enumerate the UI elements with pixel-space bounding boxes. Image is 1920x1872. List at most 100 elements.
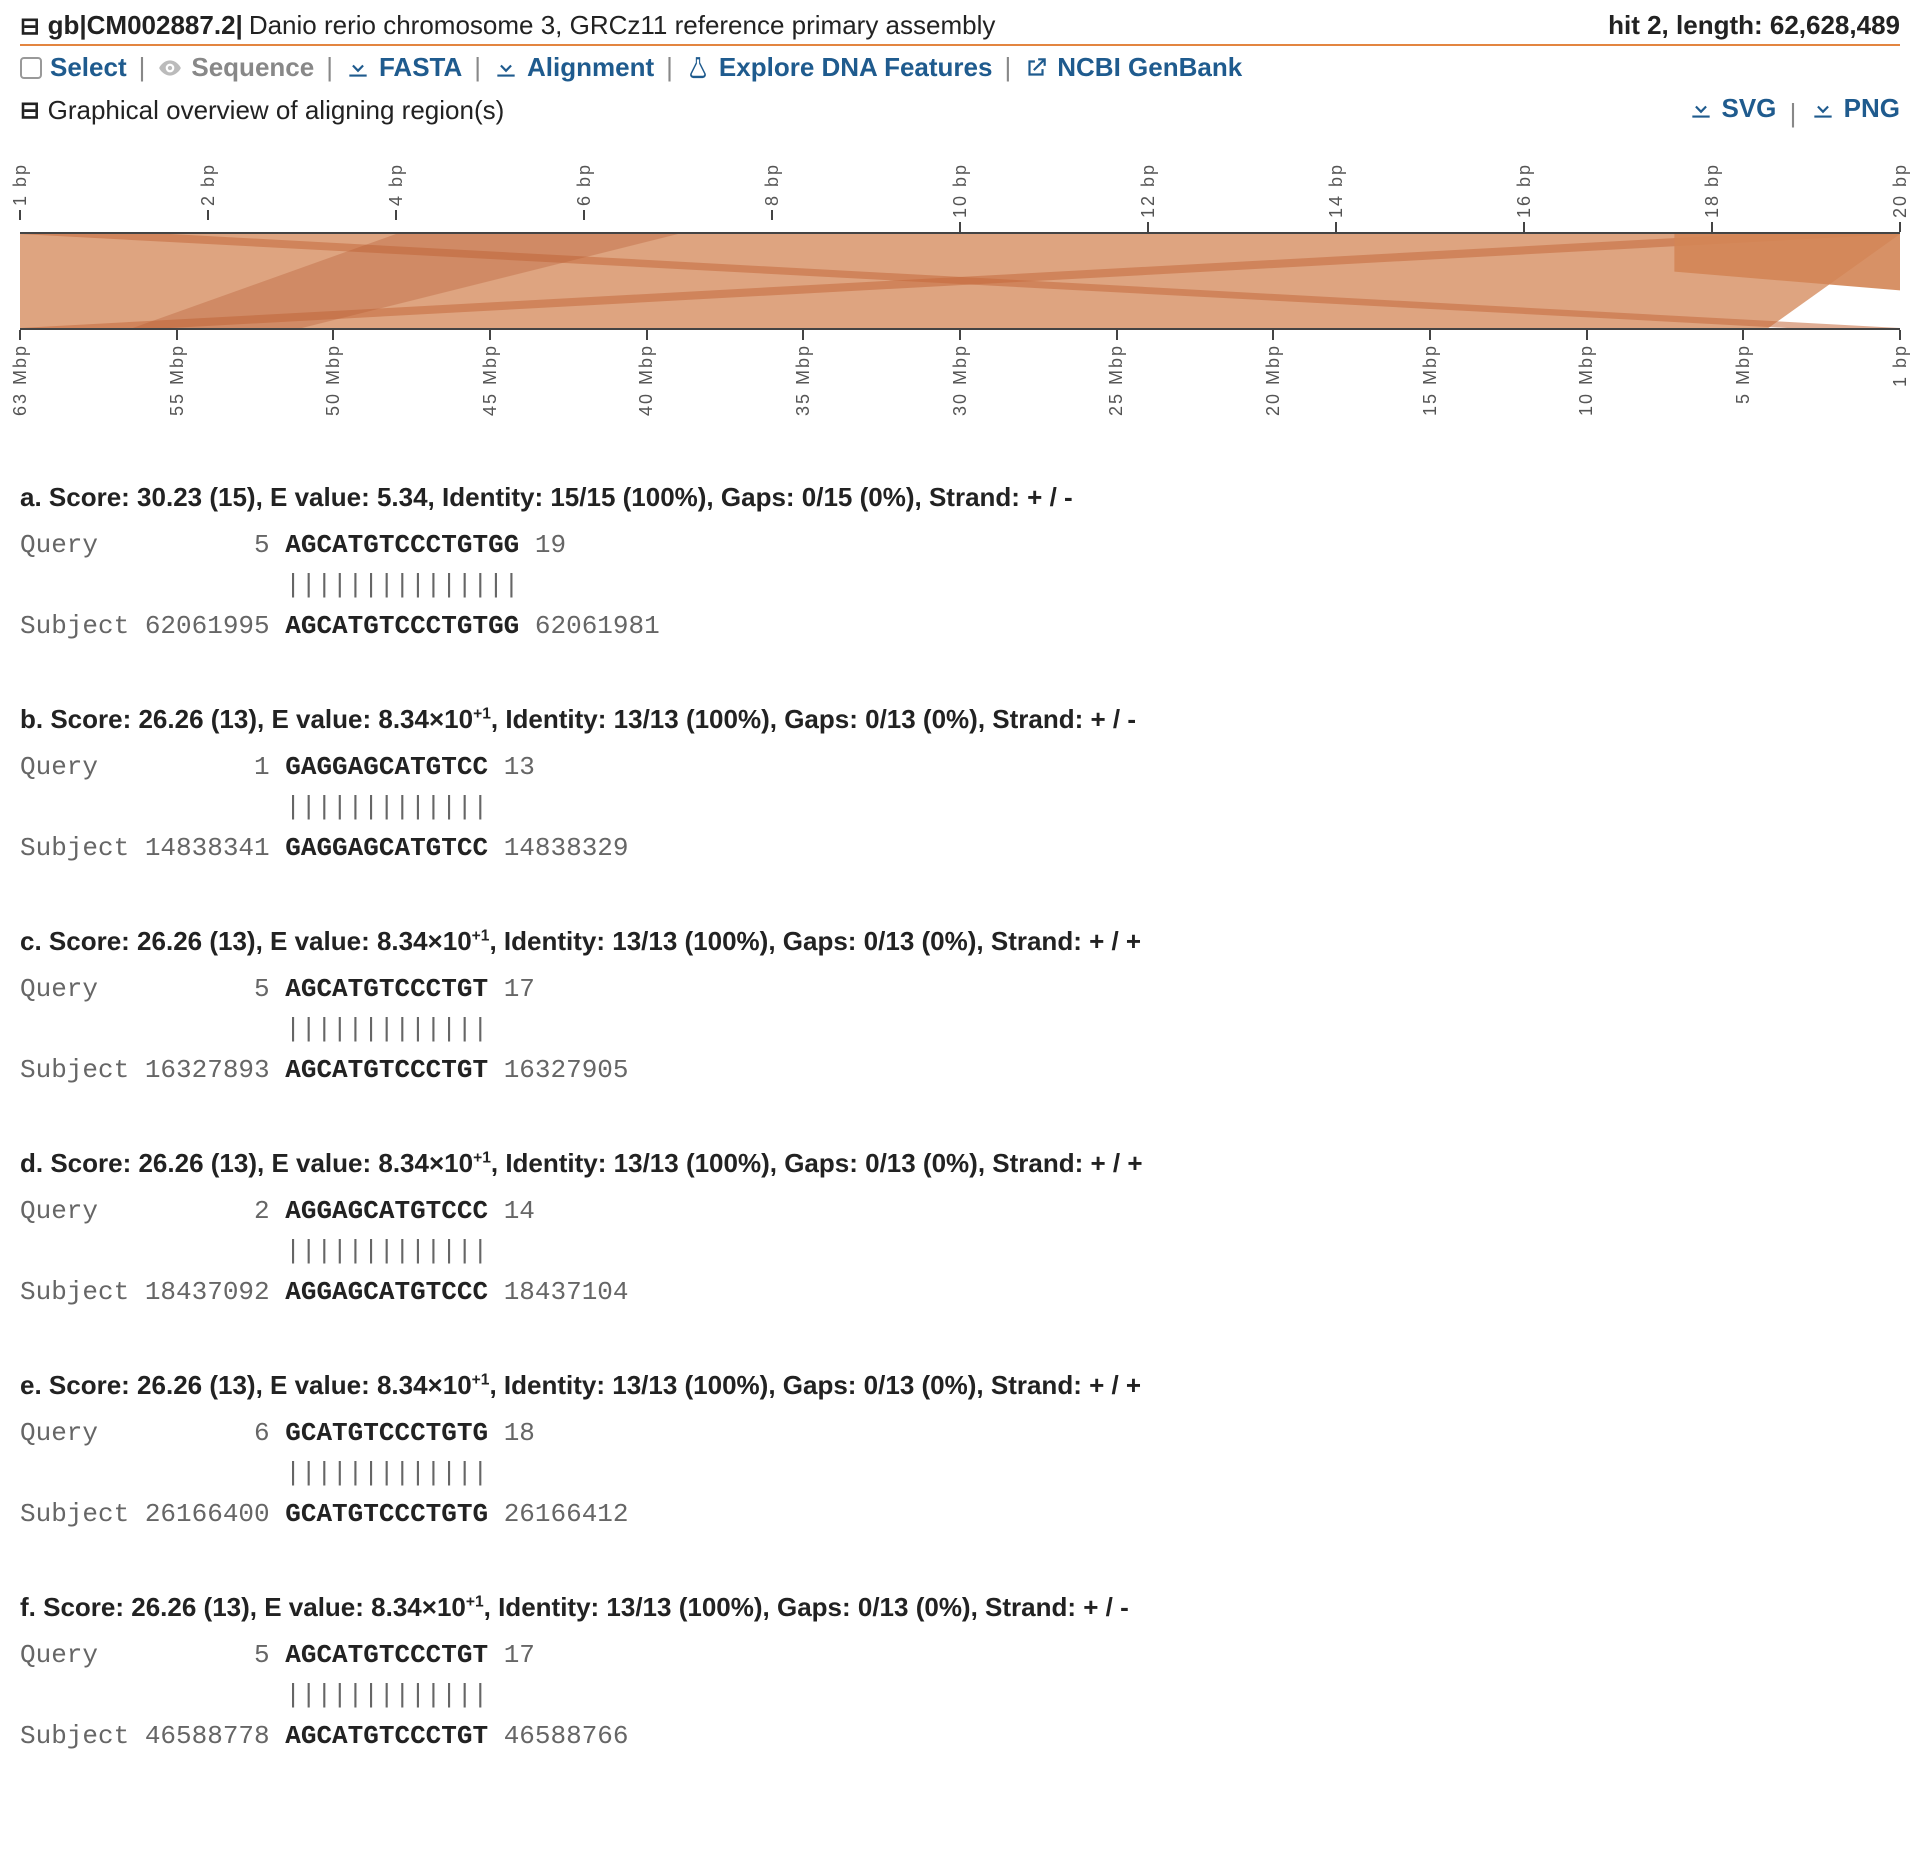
tick-label: 4 bp: [384, 159, 408, 210]
tick-label: 1 bp: [8, 159, 32, 210]
download-icon: [493, 55, 519, 81]
alignment-block: c. Score: 26.26 (13), E value: 8.34×10+1…: [20, 924, 1900, 1090]
toolbar-sep: |: [139, 50, 146, 85]
overview-downloads: SVG | PNG: [1688, 91, 1901, 131]
toolbar-sep: |: [326, 50, 333, 85]
tick-label: 35 Mbp: [791, 340, 815, 420]
tick-label: 45 Mbp: [478, 340, 502, 420]
tick-mark: [207, 210, 209, 220]
svg-label: SVG: [1722, 91, 1777, 126]
sequence-label: Sequence: [191, 50, 314, 85]
download-svg-button[interactable]: SVG: [1688, 91, 1777, 126]
hit-length-label: hit 2, length: 62,628,489: [1608, 8, 1900, 43]
tick-label: 55 Mbp: [165, 340, 189, 420]
alignment-sequence-block: Query 6 GCATGTCCCTGTG 18 ||||||||||||| S…: [20, 1413, 1900, 1534]
alignment-sequence-block: Query 5 AGCATGTCCCTGT 17 ||||||||||||| S…: [20, 1635, 1900, 1756]
tick-label: 20 Mbp: [1261, 340, 1285, 420]
tick-mark: [1523, 222, 1525, 232]
tick-label: 14 bp: [1324, 159, 1348, 222]
tick-label: 6 bp: [572, 159, 596, 210]
checkbox-empty-icon[interactable]: [20, 57, 42, 79]
flask-icon: [685, 55, 711, 81]
overview-title: Graphical overview of aligning region(s): [48, 93, 505, 128]
alignment-block: a. Score: 30.23 (15), E value: 5.34, Ide…: [20, 480, 1900, 646]
explore-label: Explore DNA Features: [719, 50, 993, 85]
eye-icon: [157, 55, 183, 81]
collapse-hit-icon[interactable]: ⊟: [20, 11, 40, 43]
alignment-header: c. Score: 26.26 (13), E value: 8.34×10+1…: [20, 924, 1900, 959]
tick-label: 1 bp: [1888, 340, 1912, 391]
tick-mark: [959, 222, 961, 232]
tick-label: 10 Mbp: [1574, 340, 1598, 420]
tick-label: 40 Mbp: [634, 340, 658, 420]
alignment-header: f. Score: 26.26 (13), E value: 8.34×10+1…: [20, 1590, 1900, 1625]
select-button[interactable]: Select: [20, 50, 127, 85]
tick-mark: [1147, 222, 1149, 232]
alignment-label: Alignment: [527, 50, 654, 85]
alignment-sequence-block: Query 1 GAGGAGCATGTCC 13 ||||||||||||| S…: [20, 747, 1900, 868]
tick-mark: [1899, 222, 1901, 232]
hit-toolbar: Select | Sequence | FASTA | Alignment | …: [20, 46, 1900, 89]
alignment-header: d. Score: 26.26 (13), E value: 8.34×10+1…: [20, 1146, 1900, 1181]
alignment-list: a. Score: 30.23 (15), E value: 5.34, Ide…: [20, 480, 1900, 1756]
explore-features-button[interactable]: Explore DNA Features: [685, 50, 993, 85]
alignment-block: d. Score: 26.26 (13), E value: 8.34×10+1…: [20, 1146, 1900, 1312]
tick-label: 25 Mbp: [1104, 340, 1128, 420]
genbank-label: NCBI GenBank: [1057, 50, 1242, 85]
tick-mark: [1335, 222, 1337, 232]
tick-mark: [1272, 330, 1274, 340]
alignment-header: e. Score: 26.26 (13), E value: 8.34×10+1…: [20, 1368, 1900, 1403]
tick-mark: [771, 210, 773, 220]
tick-label: 15 Mbp: [1418, 340, 1442, 420]
alignment-block: f. Score: 26.26 (13), E value: 8.34×10+1…: [20, 1590, 1900, 1756]
tick-label: 16 bp: [1512, 159, 1536, 222]
fasta-button[interactable]: FASTA: [345, 50, 462, 85]
subject-axis: 63 Mbp55 Mbp50 Mbp45 Mbp40 Mbp35 Mbp30 M…: [20, 328, 1900, 420]
tick-label: 8 bp: [760, 159, 784, 210]
overview-subheader: ⊟ Graphical overview of aligning region(…: [20, 89, 1900, 135]
hit-description: Danio rerio chromosome 3, GRCz11 referen…: [249, 8, 996, 43]
tick-mark: [959, 330, 961, 340]
tick-mark: [395, 210, 397, 220]
alignment-header: a. Score: 30.23 (15), E value: 5.34, Ide…: [20, 480, 1900, 515]
sequence-button-disabled: Sequence: [157, 50, 314, 85]
tick-label: 30 Mbp: [948, 340, 972, 420]
download-icon: [1688, 96, 1714, 122]
tick-mark: [176, 330, 178, 340]
hit-header: ⊟ gb|CM002887.2| Danio rerio chromosome …: [20, 8, 1900, 46]
tick-label: 2 bp: [196, 159, 220, 210]
tick-label: 50 Mbp: [321, 340, 345, 420]
alignment-block: b. Score: 26.26 (13), E value: 8.34×10+1…: [20, 702, 1900, 868]
tick-mark: [1899, 330, 1901, 340]
tick-mark: [489, 330, 491, 340]
tick-mark: [1742, 330, 1744, 340]
tick-mark: [583, 210, 585, 220]
tick-label: 10 bp: [948, 159, 972, 222]
tick-label: 12 bp: [1136, 159, 1160, 222]
alignment-sequence-block: Query 5 AGCATGTCCCTGT 17 ||||||||||||| S…: [20, 969, 1900, 1090]
download-icon: [1810, 96, 1836, 122]
toolbar-sep: |: [666, 50, 673, 85]
tick-mark: [646, 330, 648, 340]
tick-mark: [1711, 222, 1713, 232]
tick-mark: [19, 210, 21, 220]
alignment-sequence-block: Query 2 AGGAGCATGTCCC 14 ||||||||||||| S…: [20, 1191, 1900, 1312]
alignment-button[interactable]: Alignment: [493, 50, 654, 85]
tick-label: 63 Mbp: [8, 340, 32, 420]
download-png-button[interactable]: PNG: [1810, 91, 1900, 126]
alignment-block: e. Score: 26.26 (13), E value: 8.34×10+1…: [20, 1368, 1900, 1534]
toolbar-sep: |: [1004, 50, 1011, 85]
collapse-overview-icon[interactable]: ⊟: [20, 95, 40, 127]
download-icon: [345, 55, 371, 81]
tick-mark: [1586, 330, 1588, 340]
tick-mark: [1116, 330, 1118, 340]
toolbar-sep: |: [474, 50, 481, 85]
tick-mark: [19, 330, 21, 340]
downloads-sep: |: [1784, 98, 1803, 128]
ncbi-genbank-link[interactable]: NCBI GenBank: [1023, 50, 1242, 85]
tick-label: 20 bp: [1888, 159, 1912, 222]
select-label: Select: [50, 50, 127, 85]
alignment-sequence-block: Query 5 AGCATGTCCCTGTGG 19 |||||||||||||…: [20, 525, 1900, 646]
ribbon-svg: [20, 234, 1900, 328]
alignment-overview-graph: 1 bp2 bp4 bp6 bp8 bp10 bp12 bp14 bp16 bp…: [20, 159, 1900, 420]
